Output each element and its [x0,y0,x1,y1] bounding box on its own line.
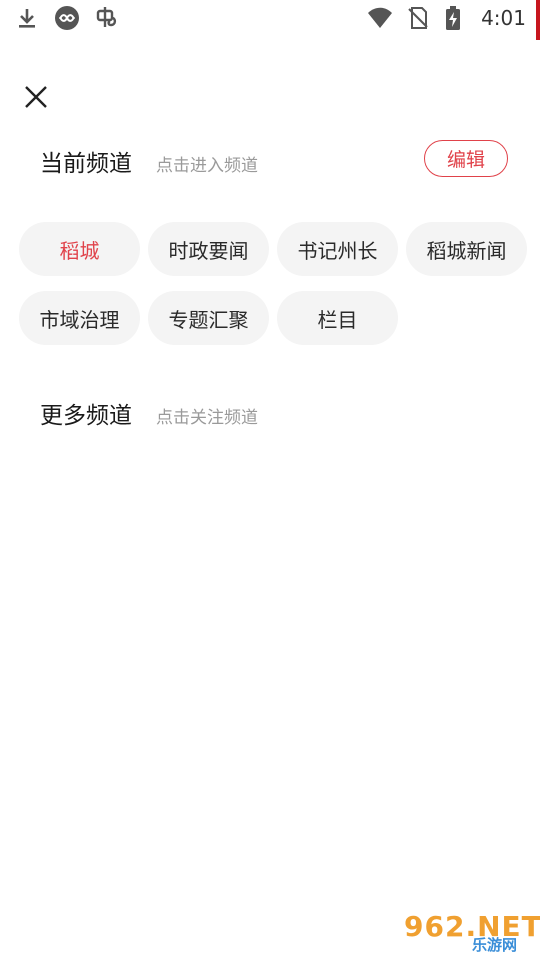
status-bar: 4:01 [0,0,540,40]
watermark-small-text: 乐游网 [472,936,518,954]
bug-app-icon [94,5,120,31]
channel-chip-leaders[interactable]: 书记州长 [277,222,398,276]
channel-chip-topics[interactable]: 专题汇聚 [148,291,269,345]
battery-charging-icon [443,5,469,31]
no-sim-icon [405,5,431,31]
current-channels-hint: 点击进入频道 [156,156,258,176]
download-icon [14,5,40,31]
infinity-app-icon [54,5,80,31]
more-channels-header: 更多频道 点击关注频道 [40,396,258,430]
channel-chip-daocheng[interactable]: 稻城 [19,222,140,276]
watermark-logo: 962.NET 乐游网 [400,910,540,958]
channel-chip-daocheng-news[interactable]: 稻城新闻 [406,222,527,276]
wifi-icon [367,5,393,31]
status-bar-left [14,5,120,31]
channel-chip-politics[interactable]: 时政要闻 [148,222,269,276]
edit-button[interactable]: 编辑 [424,140,508,177]
more-channels-hint: 点击关注频道 [156,408,258,428]
close-button[interactable] [22,83,50,111]
current-channels-title: 当前频道 [40,151,132,177]
more-channels-title: 更多频道 [40,403,132,429]
status-bar-right: 4:01 [367,5,526,31]
status-time: 4:01 [481,6,526,30]
status-bar-accent [536,0,540,40]
channel-chip-city-governance[interactable]: 市域治理 [19,291,140,345]
close-icon [25,86,47,108]
channel-chip-columns[interactable]: 栏目 [277,291,398,345]
current-channels-header: 当前频道 点击进入频道 [40,144,258,178]
